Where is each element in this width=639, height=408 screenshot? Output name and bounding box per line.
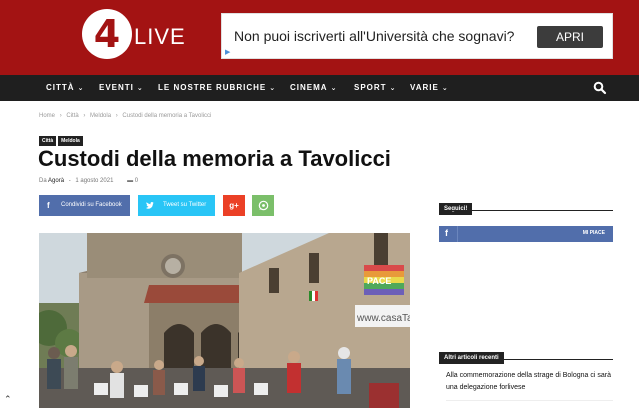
recent-article-link[interactable]: Alla commemorazione della strage di Bolo…: [446, 370, 616, 394]
share-twitter-label: Tweet su Twitter: [163, 202, 207, 208]
logo-word[interactable]: LIVE: [134, 24, 186, 50]
page: { "brand": { "digit": "4", "word": "LIVE…: [0, 0, 639, 408]
article-meta: Da Agorà - 1 agosto 2021 ▬ 0: [39, 178, 138, 184]
recent-articles-widget: Altri articoli recenti: [439, 346, 613, 364]
category-tags: Città Meldola: [39, 129, 85, 147]
breadcrumb-section[interactable]: Città: [66, 113, 78, 119]
breadcrumb-separator: ›: [83, 113, 86, 119]
breadcrumb-separator: ›: [59, 113, 62, 119]
flag-text: PACE: [367, 276, 391, 286]
article-photo[interactable]: PACE www.casaTag: [39, 233, 410, 408]
nav-item-label: EVENTI: [99, 83, 134, 92]
nav-item-label: SPORT: [354, 83, 387, 92]
nav-item-varie[interactable]: VARIE ⌄: [410, 75, 449, 101]
gplus-icon: g+: [229, 201, 239, 210]
chevron-down-icon: ⌄: [136, 85, 144, 92]
site-header: 4 LIVE Non puoi iscriverti all'Universit…: [0, 0, 639, 75]
comment-count[interactable]: 0: [135, 178, 138, 184]
share-facebook-button[interactable]: f Condividi su Facebook: [39, 195, 130, 216]
share-facebook-label: Condividi su Facebook: [61, 202, 122, 208]
chevron-down-icon: ⌄: [269, 85, 277, 92]
breadcrumb-subsection[interactable]: Meldola: [90, 113, 111, 119]
breadcrumb-separator: ›: [115, 113, 118, 119]
facebook-icon: f: [47, 201, 50, 210]
logo-digit: 4: [93, 12, 121, 56]
tag-citta[interactable]: Città: [39, 136, 57, 146]
chevron-up-icon[interactable]: ⌃: [4, 394, 12, 405]
main-nav: CITTÀ ⌄ EVENTI ⌄ LE NOSTRE RUBRICHE ⌄ CINEM…: [0, 75, 639, 101]
widget-divider: [439, 359, 613, 360]
share-gplus-button[interactable]: g+: [223, 195, 245, 216]
meta-by: Da: [39, 178, 47, 184]
ad-open-button[interactable]: APRI: [537, 26, 603, 48]
fb-like-label: MI PIACE: [582, 230, 605, 236]
nav-item-sport[interactable]: SPORT ⌄: [354, 75, 396, 101]
breadcrumb: Home › Città › Meldola › Custodi della m…: [39, 113, 214, 119]
nav-item-cinema[interactable]: CINEMA ⌄: [290, 75, 337, 101]
recent-articles-title: Altri articoli recenti: [439, 352, 504, 364]
share-whatsapp-button[interactable]: [252, 195, 274, 216]
banner-text: www.casaTag: [356, 313, 410, 324]
share-twitter-button[interactable]: Tweet su Twitter: [138, 195, 215, 216]
nav-item-citta[interactable]: CITTÀ ⌄: [46, 75, 84, 101]
ad-text: Non puoi iscriverti all'Università che s…: [234, 28, 515, 44]
site-logo[interactable]: 4: [82, 9, 132, 59]
follow-widget: Seguici!: [439, 197, 613, 215]
chevron-down-icon: ⌄: [77, 85, 85, 92]
chevron-down-icon: ⌄: [441, 85, 449, 92]
breadcrumb-current: Custodi della memoria a Tavolicci: [122, 113, 212, 119]
meta-separator: -: [68, 178, 71, 184]
tag-meldola[interactable]: Meldola: [58, 136, 83, 146]
whatsapp-icon: [258, 200, 269, 213]
facebook-icon: f: [445, 228, 448, 238]
nav-item-label: CINEMA: [290, 83, 328, 92]
ad-banner[interactable]: Non puoi iscriverti all'Università che s…: [221, 13, 613, 59]
article-author[interactable]: Agorà: [48, 178, 64, 184]
article-date: 1 agosto 2021: [75, 178, 114, 184]
nav-item-label: CITTÀ: [46, 83, 75, 92]
twitter-icon: [146, 195, 155, 218]
nav-item-label: LE NOSTRE RUBRICHE: [158, 83, 267, 92]
chevron-down-icon: ⌄: [389, 85, 397, 92]
recent-article-divider: [446, 400, 613, 401]
fb-like-divider: [457, 226, 458, 242]
nav-item-rubriche[interactable]: LE NOSTRE RUBRICHE ⌄: [158, 75, 276, 101]
search-icon[interactable]: [593, 81, 607, 95]
ad-info-icon[interactable]: ▶: [225, 48, 230, 56]
chevron-down-icon: ⌄: [330, 85, 338, 92]
breadcrumb-home[interactable]: Home: [39, 113, 55, 119]
widget-divider: [439, 210, 613, 211]
follow-widget-title: Seguici!: [439, 203, 473, 215]
facebook-like-button[interactable]: f MI PIACE: [439, 226, 613, 242]
nav-item-label: VARIE: [410, 83, 439, 92]
comment-icon[interactable]: ▬: [127, 178, 133, 184]
nav-item-eventi[interactable]: EVENTI ⌄: [99, 75, 144, 101]
article-title: Custodi della memoria a Tavolicci: [38, 146, 391, 171]
